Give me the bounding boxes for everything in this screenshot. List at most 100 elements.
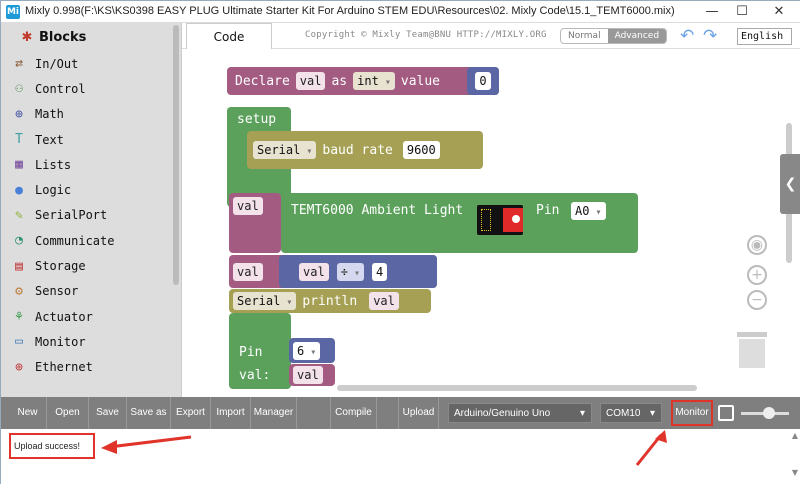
trash-icon[interactable] — [737, 332, 767, 368]
monitor-button[interactable]: Monitor — [671, 400, 713, 426]
export-button[interactable]: Export — [171, 397, 211, 429]
write-pin-dropdown[interactable]: 6 — [293, 341, 321, 360]
sidebar-item-math[interactable]: ⊕ Math — [1, 102, 181, 127]
serial-dropdown[interactable]: Serial — [253, 141, 317, 159]
language-select[interactable]: English — [737, 28, 792, 45]
annotation-arrows — [101, 430, 667, 466]
write-var-field[interactable]: val — [293, 366, 323, 384]
temt6000-sensor-block[interactable]: TEMT6000 Ambient Light Pin A0 — [281, 193, 638, 253]
sidebar-scrollbar[interactable] — [173, 25, 179, 285]
sidebar-item-sensor[interactable]: ⚙ Sensor — [1, 279, 181, 304]
serial-println-block[interactable]: Serial println val — [229, 289, 431, 313]
minimize-icon[interactable]: — — [697, 1, 727, 23]
write-val-block[interactable]: val — [289, 364, 335, 386]
analog-write-block[interactable]: Pin val: — [229, 313, 291, 389]
sidebar-item-text[interactable]: T Text — [1, 127, 181, 152]
declare-type-dropdown[interactable]: int — [353, 72, 395, 90]
declare-as-keyword: as — [331, 73, 348, 89]
undo-icon[interactable]: ↶ — [680, 26, 694, 46]
save-button[interactable]: Save — [89, 397, 127, 429]
assign-var-field[interactable]: val — [233, 197, 263, 215]
block-workspace[interactable]: Declare val as int value 0 setup Serial … — [182, 49, 800, 397]
mode-advanced-button[interactable]: Advanced — [607, 29, 667, 43]
divide-target-var[interactable]: val — [233, 262, 263, 281]
sidebar-item-label: Sensor — [35, 284, 79, 299]
assign-val-block[interactable]: val — [229, 193, 281, 253]
chevron-left-icon[interactable]: ❮ — [780, 154, 800, 214]
zoom-slider-knob[interactable] — [763, 407, 775, 419]
chip-icon[interactable] — [718, 405, 734, 421]
actuator-icon: ⚘ — [15, 309, 23, 325]
declare-value-field[interactable]: 0 — [475, 72, 491, 90]
center-target-icon[interactable]: ◉ — [747, 235, 767, 255]
import-button[interactable]: Import — [211, 397, 251, 429]
math-divide-block[interactable]: val ÷ 4 — [279, 255, 437, 288]
write-pin-keyword: Pin — [239, 345, 263, 360]
compile-button[interactable]: Compile — [331, 397, 377, 429]
write-val-keyword: val: — [239, 368, 271, 383]
output-scrollbar[interactable]: ▲ ▼ — [791, 431, 799, 481]
sidebar-item-label: Text — [35, 132, 64, 147]
workspace-hscrollbar[interactable] — [337, 385, 697, 391]
sidebar-item-serialport[interactable]: ✎ SerialPort — [1, 203, 181, 228]
sidebar-item-label: Communicate — [35, 233, 115, 248]
text-icon: T — [15, 132, 23, 148]
mode-toggle[interactable]: Normal Advanced — [560, 28, 668, 44]
sidebar-item-lists[interactable]: ▦ Lists — [1, 152, 181, 177]
sidebar-item-actuator[interactable]: ⚘ Actuator — [1, 304, 181, 329]
sidebar-item-label: Math — [35, 107, 64, 122]
maximize-icon[interactable]: ☐ — [727, 1, 757, 23]
temt-pin-dropdown[interactable]: A0 — [571, 202, 606, 220]
upload-button[interactable]: Upload — [399, 397, 439, 429]
manager-button[interactable]: Manager — [251, 397, 297, 429]
sidebar-item-in-out[interactable]: ⇄ In/Out — [1, 51, 181, 76]
divide-var-field[interactable]: val — [299, 262, 329, 281]
output-panel: Upload success! ▲ ▼ — [1, 429, 800, 484]
zoom-in-icon[interactable]: + — [747, 265, 767, 285]
sidebar-item-monitor[interactable]: ▭ Monitor — [1, 329, 181, 354]
baud-rate-field[interactable]: 9600 — [402, 141, 440, 159]
sidebar-item-label: Storage — [35, 259, 86, 274]
toolbar-spacer-2 — [377, 397, 399, 429]
sidebar-item-ethernet[interactable]: ⊕ Ethernet — [1, 355, 181, 380]
window-title: Mixly 0.998(F:\KS\KS0398 EASY PLUG Ultim… — [25, 5, 675, 17]
new-button[interactable]: New — [9, 397, 47, 429]
port-select[interactable]: COM10 — [600, 403, 662, 424]
write-pin-block[interactable]: 6 — [289, 338, 335, 363]
println-var-field[interactable]: val — [369, 292, 399, 310]
save-as-button[interactable]: Save as — [127, 397, 171, 429]
title-bar: Mi Mixly 0.998(F:\KS\KS0398 EASY PLUG Ul… — [1, 1, 800, 23]
blocks-header-label: Blocks — [39, 29, 87, 45]
window-controls: — ☐ ✕ — [697, 1, 800, 23]
tab-code[interactable]: Code — [186, 23, 272, 49]
sidebar-item-label: Actuator — [35, 309, 93, 324]
declare-value-block[interactable]: 0 — [467, 67, 499, 95]
sidebar-item-label: Ethernet — [35, 360, 93, 375]
close-icon[interactable]: ✕ — [757, 1, 800, 23]
declare-var-field[interactable]: val — [295, 72, 326, 90]
sidebar-item-communicate[interactable]: ◔ Communicate — [1, 228, 181, 253]
open-button[interactable]: Open — [47, 397, 89, 429]
monitor-icon: ▭ — [15, 334, 23, 350]
sidebar-item-control[interactable]: ⚇ Control — [1, 76, 181, 101]
serial-baud-block[interactable]: Serial baud rate 9600 — [247, 131, 483, 169]
declare-value-keyword: value — [400, 73, 441, 89]
println-serial-dropdown[interactable]: Serial — [233, 292, 297, 310]
declare-block[interactable]: Declare val as int value — [227, 67, 499, 95]
divide-operator-dropdown[interactable]: ÷ — [336, 262, 364, 281]
board-select[interactable]: Arduino/Genuino Uno — [448, 403, 592, 424]
sidebar-item-label: Monitor — [35, 334, 86, 349]
communicate-icon: ◔ — [15, 233, 23, 249]
redo-icon[interactable]: ↷ — [703, 26, 717, 46]
gamepad-icon: ⚇ — [15, 81, 23, 97]
zoom-out-icon[interactable]: − — [747, 290, 767, 310]
sidebar-item-label: In/Out — [35, 56, 79, 71]
temt-pin-keyword: Pin — [536, 203, 560, 218]
sidebar-item-logic[interactable]: ● Logic — [1, 177, 181, 202]
tab-bar: Code Copyright © Mixly Team@BNU HTTP://M… — [182, 23, 800, 49]
sidebar-item-label: Logic — [35, 183, 72, 198]
declare-keyword: Declare — [235, 73, 290, 89]
divide-value-field[interactable]: 4 — [371, 262, 388, 281]
sidebar-item-storage[interactable]: ▤ Storage — [1, 253, 181, 278]
mode-normal-button[interactable]: Normal — [561, 29, 608, 43]
